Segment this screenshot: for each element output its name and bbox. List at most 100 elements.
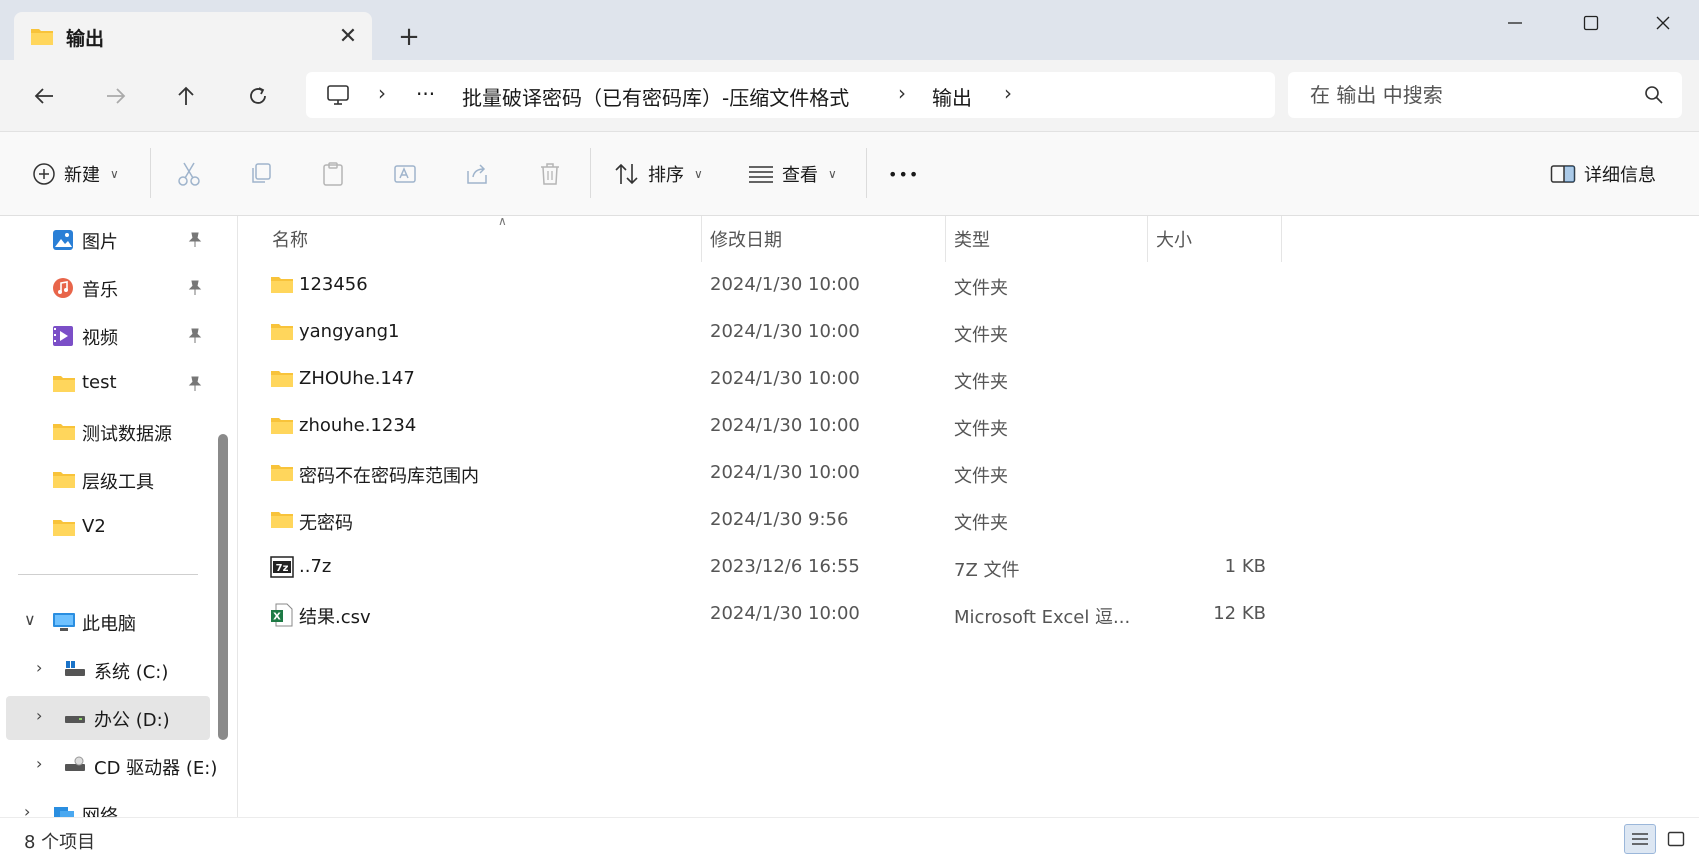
toolbar-divider <box>150 148 151 198</box>
sidebar-item-test[interactable]: test <box>0 362 220 406</box>
chevron-right-icon[interactable]: › <box>1004 81 1012 105</box>
breadcrumb-overflow[interactable]: ··· <box>416 82 435 106</box>
maximize-button[interactable] <box>1556 0 1626 46</box>
more-options-button[interactable]: ••• <box>888 152 919 196</box>
column-header-size[interactable]: 大小 <box>1148 216 1282 262</box>
file-name: zhouhe.1234 <box>299 415 417 436</box>
file-size: 12 KB <box>1213 603 1266 624</box>
folder-icon <box>52 373 76 398</box>
paste-button[interactable] <box>320 152 346 196</box>
table-row[interactable]: ZHOUhe.147 2024/1/30 10:00 文件夹 <box>240 356 1280 402</box>
sidebar-scrollbar[interactable] <box>218 434 228 740</box>
sidebar-item-pictures[interactable]: 图片 <box>0 218 220 262</box>
details-pane-button[interactable]: 详细信息 <box>1550 152 1656 196</box>
file-name: 123456 <box>299 274 368 295</box>
delete-button[interactable] <box>538 152 562 196</box>
search-box[interactable] <box>1288 72 1682 118</box>
new-button[interactable]: 新建 ∨ <box>32 152 119 196</box>
sidebar-item-v2[interactable]: V2 <box>0 506 220 550</box>
table-row[interactable]: 无密码 2024/1/30 9:56 文件夹 <box>240 497 1280 543</box>
computer-icon <box>326 84 350 111</box>
pin-icon[interactable] <box>188 328 202 349</box>
sidebar-item-this-pc[interactable]: ∨ 此电脑 <box>0 600 220 644</box>
copy-icon <box>252 163 271 183</box>
tab-output[interactable]: 输出 ✕ <box>14 12 372 60</box>
table-row[interactable]: X 结果.csv 2024/1/30 10:00 Microsoft Excel… <box>240 591 1280 637</box>
file-name: 无密码 <box>299 513 353 534</box>
close-button[interactable] <box>1628 0 1698 46</box>
close-icon <box>1656 16 1670 30</box>
file-name: 密码不在密码库范围内 <box>299 466 479 487</box>
new-tab-button[interactable]: + <box>392 20 426 54</box>
chevron-right-icon[interactable]: › <box>36 658 42 677</box>
table-row[interactable]: 7z ..7z 2023/12/6 16:55 7Z 文件 1 KB <box>240 544 1280 590</box>
sidebar-item-label: 图片 <box>82 232 118 253</box>
pin-icon[interactable] <box>188 232 202 253</box>
sidebar-item-videos[interactable]: 视频 <box>0 314 220 358</box>
file-name: ZHOUhe.147 <box>299 368 415 389</box>
sidebar-item-music[interactable]: 音乐 <box>0 266 220 310</box>
up-button[interactable] <box>166 76 206 116</box>
column-header-label: 修改日期 <box>710 230 782 251</box>
table-row[interactable]: 密码不在密码库范围内 2024/1/30 10:00 文件夹 <box>240 450 1280 496</box>
tiles-view-button[interactable] <box>1660 824 1692 854</box>
search-input[interactable] <box>1288 72 1628 118</box>
rename-button[interactable] <box>392 152 418 196</box>
chevron-right-icon[interactable]: › <box>898 81 906 105</box>
scissors-icon <box>178 162 200 186</box>
tab-close-icon[interactable]: ✕ <box>332 20 364 52</box>
breadcrumb-current-folder[interactable]: 输出 <box>932 82 972 111</box>
file-size: 1 KB <box>1224 556 1266 577</box>
minimize-icon <box>1508 22 1522 24</box>
arrow-up-icon <box>178 86 194 105</box>
column-header-label: 类型 <box>954 230 990 251</box>
column-header-type[interactable]: 类型 <box>946 216 1148 262</box>
pin-icon[interactable] <box>188 376 202 397</box>
sidebar-item-drive-c[interactable]: › 系统 (C:) <box>0 648 220 692</box>
file-type: Microsoft Excel 逗... <box>954 607 1131 628</box>
address-bar[interactable]: › ··· 批量破译密码（已有密码库）-压缩文件格式 › 输出 › <box>306 72 1275 118</box>
chevron-right-icon[interactable]: › <box>24 802 30 817</box>
sort-button[interactable]: 排序 ∨ <box>614 152 703 196</box>
file-type: 7Z 文件 <box>954 560 1020 581</box>
pin-icon[interactable] <box>188 280 202 301</box>
column-header-date[interactable]: 修改日期 <box>702 216 946 262</box>
file-date: 2024/1/30 10:00 <box>710 603 860 624</box>
chevron-down-icon: ∨ <box>828 167 837 181</box>
details-view-button[interactable] <box>1624 824 1656 854</box>
file-date: 2024/1/30 10:00 <box>710 368 860 389</box>
sidebar-item-label: 此电脑 <box>82 614 136 635</box>
breadcrumb-parent-folder[interactable]: 批量破译密码（已有密码库）-压缩文件格式 <box>462 82 849 111</box>
chevron-down-icon[interactable]: ∨ <box>24 610 36 629</box>
folder-icon <box>52 469 76 494</box>
chevron-right-icon[interactable]: › <box>36 754 42 773</box>
file-name: 结果.csv <box>299 607 371 628</box>
table-row[interactable]: 123456 2024/1/30 10:00 文件夹 <box>240 262 1280 308</box>
sidebar-item-label: 音乐 <box>82 280 118 301</box>
sidebar-item-drive-d[interactable]: › 办公 (D:) <box>6 696 210 740</box>
sidebar-item-test-data-source[interactable]: 测试数据源 <box>0 410 220 454</box>
back-button[interactable] <box>24 76 64 116</box>
chevron-right-icon[interactable]: › <box>36 706 42 725</box>
chevron-right-icon[interactable]: › <box>378 81 386 105</box>
file-date: 2024/1/30 10:00 <box>710 274 860 295</box>
minimize-button[interactable] <box>1480 0 1550 46</box>
view-button[interactable]: 查看 ∨ <box>748 152 837 196</box>
table-row[interactable]: yangyang1 2024/1/30 10:00 文件夹 <box>240 309 1280 355</box>
file-name: ..7z <box>299 556 332 577</box>
column-header-name[interactable]: 名称 ∧ <box>258 214 702 262</box>
sidebar-item-level-tools[interactable]: 层级工具 <box>0 458 220 502</box>
status-bar: 8 个项目 <box>0 817 1699 857</box>
refresh-button[interactable] <box>238 76 278 116</box>
sidebar-item-drive-e[interactable]: › CD 驱动器 (E:) <box>0 744 220 788</box>
share-button[interactable] <box>464 152 490 196</box>
clipboard-icon <box>323 162 343 186</box>
copy-button[interactable] <box>248 152 274 196</box>
file-list: 名称 ∧ 修改日期 类型 大小 123456 2024/1/30 10:00 文… <box>240 214 1699 817</box>
sidebar-item-network[interactable]: › 网络 <box>0 792 220 817</box>
table-row[interactable]: zhouhe.1234 2024/1/30 10:00 文件夹 <box>240 403 1280 449</box>
command-toolbar: 新建 ∨ 排序 ∨ 查看 ∨ ••• 详细信息 <box>0 132 1699 216</box>
search-icon[interactable] <box>1644 85 1664 110</box>
cut-button[interactable] <box>176 152 202 196</box>
forward-button[interactable] <box>96 76 136 116</box>
